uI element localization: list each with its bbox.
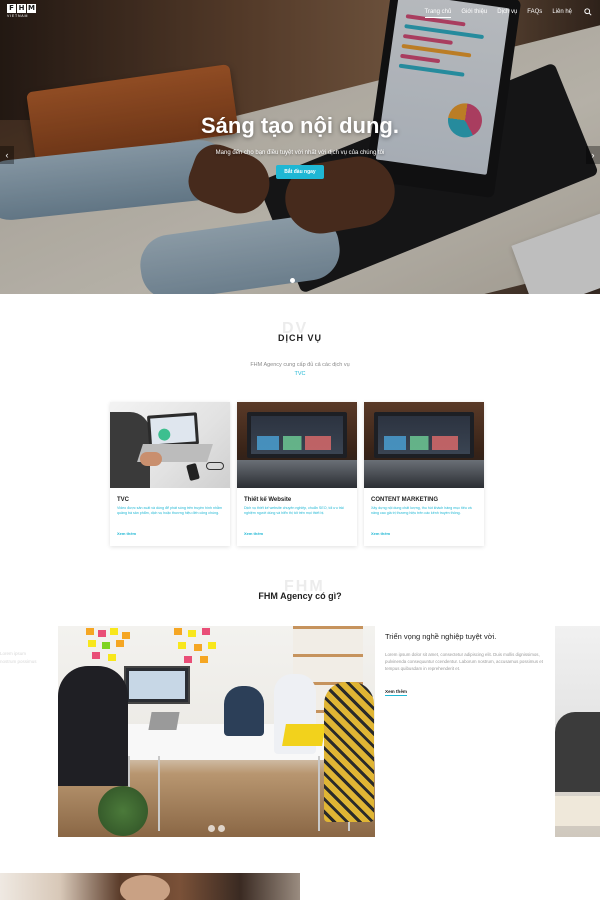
previous-slide-text: Lorem ipsum [0,651,27,656]
slider-dot[interactable] [290,278,295,283]
services-title: DỊCH VỤ [277,333,322,343]
top-navigation: F H M VIETNAM Trang chủ Giới thiệu Dịch … [0,0,600,26]
search-icon[interactable] [584,8,592,16]
read-more-link[interactable]: Xem thêm [117,531,136,536]
slider-next-icon[interactable]: › [586,146,600,164]
previous-slide-peek[interactable]: Lorem ipsum nostrum possimus [0,650,37,666]
logo-letter: F [7,4,16,13]
team-meeting-image [58,626,375,837]
main-menu: Trang chủ Giới thiệu Dịch vụ FAQs Liên h… [424,9,572,18]
services-description-text: FHM Agency cung cấp đủ cả các dịch vụ [250,362,350,368]
hero-title: Sáng tạo nội dung. [201,113,399,138]
service-image-content-marketing [364,402,484,488]
fhm-section-title: FHM Agency có gì? [258,591,342,601]
service-card-title: CONTENT MARKETING [371,497,438,503]
slide-dot[interactable] [208,825,215,832]
nav-item-faqs[interactable]: FAQs [527,9,542,18]
hero-subtitle: Mang đến cho bạn điều tuyệt vời nhất với… [215,150,385,156]
logo-subtitle: VIETNAM [7,14,29,18]
slide-read-more-link[interactable]: Xem thêm [385,689,407,696]
service-card-title: TVC [117,497,129,503]
logo-letter: H [17,4,26,13]
service-card-text: Xây dựng nội dung chất lượng, thu hút kh… [371,506,472,515]
services-highlight: TVC [294,371,306,377]
nav-item-services[interactable]: Dịch vụ [497,9,517,18]
slide-dot[interactable] [218,825,225,832]
bottom-section-image [0,873,300,900]
nav-item-contact[interactable]: Liên hệ [552,9,572,18]
previous-slide-text: nostrum possimus [0,659,37,664]
logo-letter: M [27,4,36,13]
service-image-tvc [110,402,230,488]
fhm-logo[interactable]: F H M VIETNAM [7,4,37,20]
slide-dots [208,825,225,832]
hero-slider: F H M VIETNAM Trang chủ Giới thiệu Dịch … [0,0,600,294]
service-card-tvc[interactable]: TVC Video được sản xuất và dùng để phát … [110,402,230,546]
slider-prev-icon[interactable]: ‹ [0,146,14,164]
service-card-website[interactable]: Thiết kế Website Dịch vụ thiết kế websit… [237,402,357,546]
services-description: FHM Agency cung cấp đủ cả các dịch vụ TV… [0,361,600,379]
slide-text: Lorem ipsum dolor sit amet, consectetur … [385,652,543,671]
get-started-button[interactable]: Bắt đầu ngay [276,165,324,179]
next-slide-peek[interactable] [555,626,600,837]
nav-item-about[interactable]: Giới thiệu [461,9,487,18]
service-image-website [237,402,357,488]
slider-dots [290,278,295,283]
service-card-text: Video được sản xuất và dùng để phát sóng… [117,506,222,515]
slide-heading: Triển vọng nghề nghiệp tuyệt vời. [385,632,497,641]
service-card-content-marketing[interactable]: CONTENT MARKETING Xây dựng nội dung chất… [364,402,484,546]
read-more-link[interactable]: Xem thêm [244,531,263,536]
nav-item-home[interactable]: Trang chủ [424,9,452,18]
slide-content-panel: Triển vọng nghề nghiệp tuyệt vời. Lorem … [375,626,555,837]
read-more-link[interactable]: Xem thêm [371,531,390,536]
service-card-title: Thiết kế Website [244,497,292,503]
service-card-text: Dịch vụ thiết kế website chuyên nghiệp, … [244,506,344,515]
